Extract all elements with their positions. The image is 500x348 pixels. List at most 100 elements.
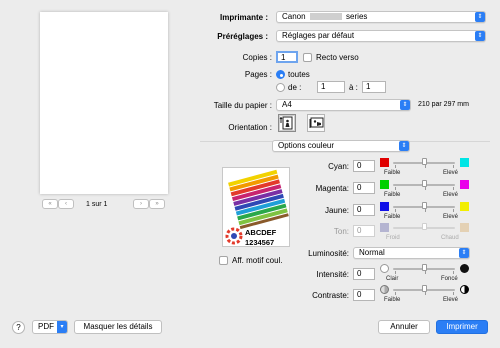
pdf-menu-button[interactable]: PDF ▾ (32, 320, 68, 334)
yellow-high-swatch (460, 202, 469, 211)
orientation-landscape-button[interactable] (307, 114, 325, 132)
cyan-input[interactable]: 0 (353, 160, 375, 172)
slider-tick (453, 292, 454, 295)
duplex-checkbox[interactable] (303, 53, 312, 62)
magenta-low-caption: Faible (384, 192, 401, 198)
intensity-input[interactable]: 0 (353, 268, 375, 280)
luminosity-label: Luminosité: (308, 249, 349, 258)
chevron-updown-icon: ⇕ (475, 31, 485, 41)
color-sample-text-2: 1234567 (245, 238, 275, 247)
light-circle-icon (380, 264, 389, 273)
slider-tick (425, 187, 426, 190)
orientation-portrait-button[interactable] (278, 114, 296, 132)
presets-select[interactable]: Réglages par défaut ⇕ (276, 30, 486, 42)
yellow-low-caption: Faible (384, 214, 401, 220)
print-button[interactable]: Imprimer (436, 320, 488, 334)
intensity-high-caption: Foncé (441, 276, 458, 282)
tone-slider-thumb (422, 223, 427, 230)
pages-to-input[interactable]: 1 (362, 81, 386, 93)
cancel-button[interactable]: Annuler (378, 320, 430, 334)
chevron-updown-icon: ⇕ (399, 141, 409, 151)
printer-suffix: series (346, 12, 368, 21)
slider-tick (425, 209, 426, 212)
hide-details-button[interactable]: Masquer les détails (74, 320, 162, 334)
printer-select[interactable]: Canon series ⇕ (276, 11, 486, 23)
printer-value: Canon (282, 12, 306, 21)
paper-size-select[interactable]: A4 ⇕ (276, 99, 411, 111)
pages-all-label: toutes (288, 70, 310, 79)
printer-name-blurred (309, 13, 342, 21)
presets-value: Réglages par défaut (282, 31, 355, 40)
pages-from-label: de : (288, 83, 302, 92)
cyan-high-swatch (460, 158, 469, 167)
yellow-slider-thumb[interactable] (422, 202, 427, 209)
contrast-low-caption: Faible (384, 297, 401, 303)
last-page-button[interactable]: » (149, 199, 165, 209)
cyan-label: Cyan: (328, 162, 349, 171)
page-preview (40, 12, 168, 194)
contrast-input[interactable]: 0 (353, 289, 375, 301)
show-pattern-checkbox[interactable] (219, 256, 228, 265)
next-page-button[interactable]: › (133, 199, 149, 209)
slider-tick (395, 292, 396, 295)
first-page-button[interactable]: « (42, 199, 58, 209)
color-sample-image: ABCDEF 1234567 (222, 167, 290, 247)
luminosity-select[interactable]: Normal ⇕ (353, 247, 470, 259)
help-button[interactable]: ? (12, 321, 25, 334)
chevron-down-icon: ▾ (57, 321, 67, 333)
cyan-high-caption: Elevé (443, 170, 459, 176)
color-sample-text-1: ABCDEF (245, 228, 277, 237)
magenta-slider-thumb[interactable] (422, 180, 427, 187)
copies-label: Copies : (242, 53, 272, 62)
low-contrast-icon (380, 285, 389, 294)
yellow-input[interactable]: 0 (353, 204, 375, 216)
yellow-label: Jaune: (324, 206, 349, 215)
dark-circle-icon (460, 264, 469, 273)
pages-label: Pages : (244, 70, 272, 79)
portrait-icon (279, 116, 293, 130)
prev-page-button[interactable]: ‹ (58, 199, 74, 209)
options-menu-value: Options couleur (278, 141, 335, 150)
paper-size-value: A4 (282, 100, 292, 109)
tone-label: Ton: (333, 227, 349, 236)
slider-tick (395, 271, 396, 274)
presets-label: Préréglages : (217, 32, 268, 41)
options-menu-select[interactable]: Options couleur ⇕ (272, 140, 410, 152)
slider-tick (425, 292, 426, 295)
copies-input[interactable]: 1 (276, 51, 298, 63)
luminosity-value: Normal (359, 248, 385, 257)
slider-tick (395, 165, 396, 168)
contrast-slider-thumb[interactable] (422, 285, 427, 292)
magenta-input[interactable]: 0 (353, 182, 375, 194)
pages-from-input[interactable]: 1 (317, 81, 345, 93)
pages-to-label: à : (349, 83, 358, 92)
intensity-low-caption: Clair (386, 276, 399, 282)
magenta-high-caption: Elevé (443, 192, 459, 198)
cyan-slider-thumb[interactable] (422, 158, 427, 165)
chevron-updown-icon: ⇕ (400, 100, 410, 110)
slider-tick (395, 209, 396, 212)
tone-high-caption: Chaud (441, 235, 459, 241)
contrast-label: Contraste: (312, 291, 349, 300)
pages-all-radio[interactable] (276, 70, 285, 79)
tone-input: 0 (353, 225, 375, 237)
magenta-low-swatch (380, 180, 389, 189)
yellow-low-swatch (380, 202, 389, 211)
pdf-label: PDF (38, 322, 54, 331)
show-pattern-label: Aff. motif coul. (232, 256, 283, 265)
help-icon: ? (16, 323, 21, 332)
chevron-updown-icon: ⇕ (475, 12, 485, 22)
slider-tick (395, 187, 396, 190)
intensity-label: Intensité: (316, 270, 349, 279)
orientation-label: Orientation : (228, 123, 272, 132)
slider-tick (453, 209, 454, 212)
cyan-low-swatch (380, 158, 389, 167)
duplex-label: Recto verso (316, 53, 359, 62)
paper-size-label: Taille du papier : (213, 101, 272, 110)
high-contrast-icon (460, 285, 469, 294)
intensity-slider-thumb[interactable] (422, 264, 427, 271)
tone-low-caption: Froid (386, 235, 400, 241)
pages-range-radio[interactable] (276, 83, 285, 92)
tone-high-swatch (460, 223, 469, 232)
page-counter: 1 sur 1 (86, 201, 108, 208)
